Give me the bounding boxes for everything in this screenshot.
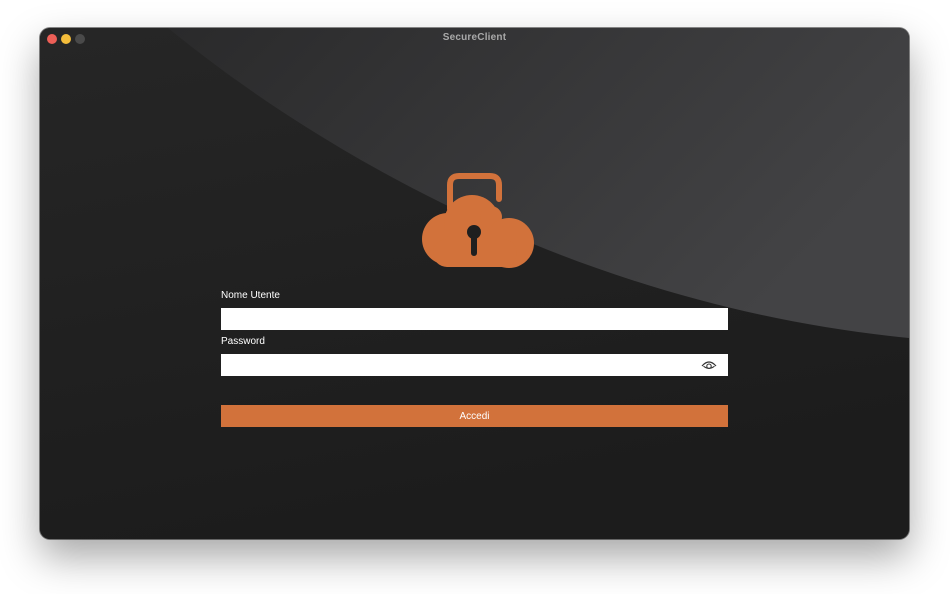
app-window: SecureClient Nome Utente Password Accedi	[40, 28, 909, 539]
window-title: SecureClient	[442, 32, 507, 43]
username-input[interactable]	[221, 308, 728, 330]
username-label: Nome Utente	[221, 290, 280, 301]
login-button[interactable]: Accedi	[221, 405, 728, 427]
background-decoration	[40, 28, 909, 539]
cloud-padlock-icon	[422, 173, 534, 268]
eye-icon[interactable]	[701, 359, 717, 371]
title-bar: SecureClient	[40, 28, 909, 50]
password-input[interactable]	[221, 354, 728, 376]
password-label: Password	[221, 336, 265, 347]
